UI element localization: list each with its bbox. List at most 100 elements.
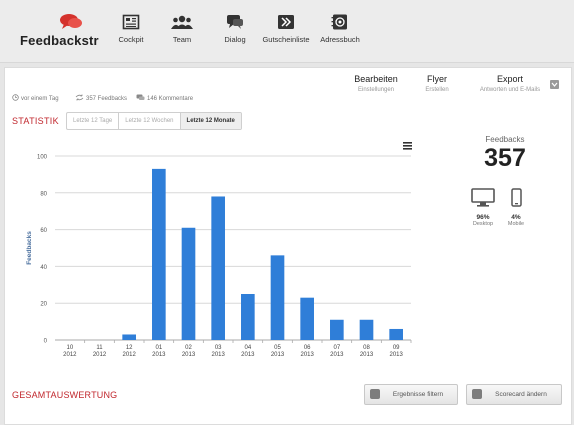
x-tick-label: 2013 xyxy=(271,352,285,356)
filter-results-button[interactable]: Ergebnisse filtern xyxy=(364,384,458,405)
button-label: Ergebnisse filtern xyxy=(392,391,444,398)
button-label: Scorecard ändern xyxy=(495,391,547,398)
x-tick-label: 04 xyxy=(244,345,251,351)
x-tick-label: 03 xyxy=(215,345,222,351)
chevron-down-icon xyxy=(551,82,558,87)
x-tick-label: 01 xyxy=(155,345,162,351)
nav-team[interactable]: Team xyxy=(170,14,194,54)
bar xyxy=(152,168,166,340)
cockpit-icon xyxy=(122,14,140,30)
bar xyxy=(270,255,285,340)
desktop-icon xyxy=(471,188,495,207)
edit-settings-link[interactable]: Bearbeiten Einstellungen xyxy=(348,74,404,93)
nav-label: Cockpit xyxy=(118,35,144,44)
x-tick-label: 2013 xyxy=(389,352,403,356)
nav-label: Adressbuch xyxy=(320,35,360,44)
bar xyxy=(389,328,403,340)
y-tick-label: 100 xyxy=(37,155,48,161)
tab-last-12-months[interactable]: Letzte 12 Monate xyxy=(180,113,241,129)
y-tick-label: 20 xyxy=(40,302,47,308)
export-link[interactable]: Export Antworten und E-Mails xyxy=(475,74,545,93)
address-book-icon xyxy=(331,14,347,30)
feedbacks-label: Feedbacks xyxy=(485,135,525,144)
logo[interactable]: Feedbackstr xyxy=(20,13,100,48)
x-tick-label: 2012 xyxy=(93,352,107,356)
bar xyxy=(241,294,255,340)
bar xyxy=(300,297,314,340)
nav-dialog[interactable]: Dialog xyxy=(223,14,247,54)
gesamtauswertung-title: GESAMTAUSWERTUNG xyxy=(12,390,118,400)
top-navigation-bar: Feedbackstr Cockpit Team Dialog Gutschei… xyxy=(0,0,574,63)
team-icon xyxy=(171,15,193,29)
header-link-title: Flyer xyxy=(427,74,447,84)
flyer-create-link[interactable]: Flyer Erstellen xyxy=(419,74,455,93)
meta-comments: 146 Kommentare xyxy=(136,94,193,102)
nav-adressbuch[interactable]: Adressbuch xyxy=(320,14,360,54)
x-tick-label: 10 xyxy=(66,345,73,351)
device-percent: 96% xyxy=(476,214,490,221)
x-tick-label: 06 xyxy=(304,345,311,351)
x-tick-label: 2013 xyxy=(360,352,374,356)
x-tick-label: 2013 xyxy=(211,352,225,356)
tab-last-12-days[interactable]: Letzte 12 Tage xyxy=(67,113,120,129)
period-tabs: Letzte 12 Tage Letzte 12 Wochen Letzte 1… xyxy=(66,112,242,130)
feedback-bar-chart: 020406080100Feedbacks1020121120121220120… xyxy=(26,142,412,356)
meta-feedbacks-text: 357 Feedbacks xyxy=(86,96,128,102)
bar xyxy=(330,319,344,340)
y-tick-label: 80 xyxy=(40,191,47,197)
chart-menu-icon[interactable] xyxy=(403,142,412,150)
x-tick-label: 02 xyxy=(185,345,192,351)
x-tick-label: 2013 xyxy=(330,352,344,356)
voucher-list-icon xyxy=(278,15,294,29)
bar xyxy=(122,334,136,340)
y-tick-label: 40 xyxy=(40,265,47,271)
x-tick-label: 2013 xyxy=(241,352,255,356)
bar xyxy=(211,196,225,340)
tab-last-12-weeks[interactable]: Letzte 12 Wochen xyxy=(119,113,181,129)
speech-bubble-logo-icon xyxy=(60,14,82,29)
statistik-title: STATISTIK xyxy=(12,116,59,126)
device-percent: 4% xyxy=(511,214,521,221)
nav-label: Dialog xyxy=(224,35,246,44)
nav-gutscheinliste[interactable]: Gutscheinliste xyxy=(262,14,310,54)
logo-text: Feedbackstr xyxy=(20,33,99,48)
y-axis-label: Feedbacks xyxy=(26,231,33,265)
meta-feedbacks: 357 Feedbacks xyxy=(75,94,127,102)
header-link-title: Bearbeiten xyxy=(354,74,398,84)
meta-time: vor einem Tag xyxy=(12,94,59,102)
scorecard-icon xyxy=(472,389,482,399)
x-tick-label: 2013 xyxy=(300,352,314,356)
y-tick-label: 60 xyxy=(40,228,47,234)
comments-icon xyxy=(136,94,145,100)
header-link-title: Export xyxy=(496,74,523,84)
nav-label: Gutscheinliste xyxy=(262,35,310,44)
mobile-icon xyxy=(511,188,522,207)
x-tick-label: 09 xyxy=(393,345,400,351)
x-tick-label: 2012 xyxy=(63,352,77,356)
device-name: Desktop xyxy=(472,221,494,227)
bar xyxy=(359,319,374,340)
header-link-subtitle: Antworten und E-Mails xyxy=(479,87,541,93)
bar xyxy=(181,227,196,340)
x-tick-label: 2012 xyxy=(122,352,136,356)
nav-cockpit[interactable]: Cockpit xyxy=(118,14,144,54)
magnifier-icon xyxy=(370,389,380,399)
main-panel: Bearbeiten Einstellungen Flyer Erstellen… xyxy=(4,67,572,425)
x-tick-label: 12 xyxy=(126,345,133,351)
change-scorecard-button[interactable]: Scorecard ändern xyxy=(466,384,562,405)
clock-icon xyxy=(12,94,19,101)
meta-time-text: vor einem Tag xyxy=(21,96,59,102)
device-mobile: 4% Mobile xyxy=(500,188,532,227)
x-tick-label: 2013 xyxy=(152,352,166,356)
x-tick-label: 07 xyxy=(333,345,340,351)
nav-label: Team xyxy=(172,35,192,44)
header-link-subtitle: Einstellungen xyxy=(357,87,395,93)
y-tick-label: 0 xyxy=(44,339,48,345)
meta-comments-text: 146 Kommentare xyxy=(147,96,194,102)
dropdown-toggle-button[interactable] xyxy=(550,80,559,89)
x-tick-label: 11 xyxy=(96,345,103,351)
x-tick-label: 05 xyxy=(274,345,281,351)
dialog-icon xyxy=(227,15,243,29)
header-link-subtitle: Erstellen xyxy=(425,87,449,93)
device-name: Mobile xyxy=(507,221,525,227)
